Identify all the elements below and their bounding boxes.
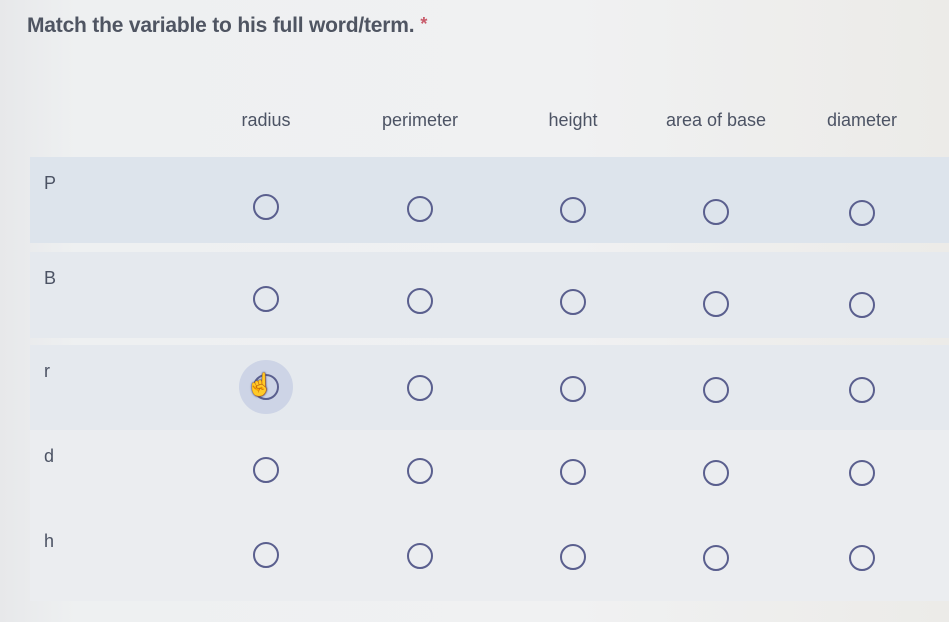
grid-row: P — [30, 157, 949, 243]
radio-h-area-of-base[interactable] — [703, 544, 729, 571]
radio-d-perimeter[interactable] — [407, 458, 433, 485]
radio-d-height[interactable] — [560, 458, 586, 485]
choice-grid: radius perimeter height area of base diamete… — [0, 0, 949, 622]
row-label: P — [44, 173, 57, 193]
radio-P-perimeter[interactable] — [407, 195, 433, 222]
grid-row: B — [30, 252, 949, 338]
radio-B-diameter[interactable] — [849, 292, 875, 318]
radio-r-area-of-base[interactable] — [703, 376, 729, 403]
column-header: diameter — [826, 110, 898, 130]
radio-B-height[interactable] — [560, 289, 586, 315]
pointer-hand-cursor-icon: ☝ — [246, 372, 274, 397]
radio-d-radius[interactable] — [253, 457, 279, 483]
row-label: B — [44, 268, 57, 288]
column-header: area of base — [665, 110, 767, 130]
column-header: height — [548, 110, 598, 130]
grid-row: d — [30, 430, 949, 516]
grid-row: h — [30, 515, 949, 601]
grid-row: r — [30, 345, 949, 431]
radio-r-diameter[interactable] — [849, 377, 875, 404]
row-label: d — [44, 446, 55, 466]
radio-r-height[interactable] — [560, 375, 586, 402]
column-header: perimeter — [381, 110, 459, 130]
radio-h-radius[interactable] — [253, 542, 279, 568]
radio-B-radius[interactable] — [253, 286, 279, 312]
radio-P-radius[interactable] — [253, 194, 279, 220]
radio-h-perimeter[interactable] — [407, 543, 433, 570]
row-label: h — [44, 531, 55, 551]
radio-B-area-of-base[interactable] — [703, 290, 729, 317]
radio-d-area-of-base[interactable] — [703, 459, 729, 486]
radio-d-diameter[interactable] — [849, 460, 875, 487]
radio-P-diameter[interactable] — [849, 200, 875, 226]
radio-B-perimeter[interactable] — [407, 287, 433, 314]
radio-r-perimeter[interactable] — [407, 375, 433, 402]
row-label: r — [44, 361, 50, 381]
column-header: radius — [241, 110, 291, 130]
radio-h-height[interactable] — [560, 543, 586, 570]
radio-P-area-of-base[interactable] — [703, 198, 729, 225]
radio-P-height[interactable] — [560, 197, 586, 223]
radio-h-diameter[interactable] — [849, 545, 875, 572]
